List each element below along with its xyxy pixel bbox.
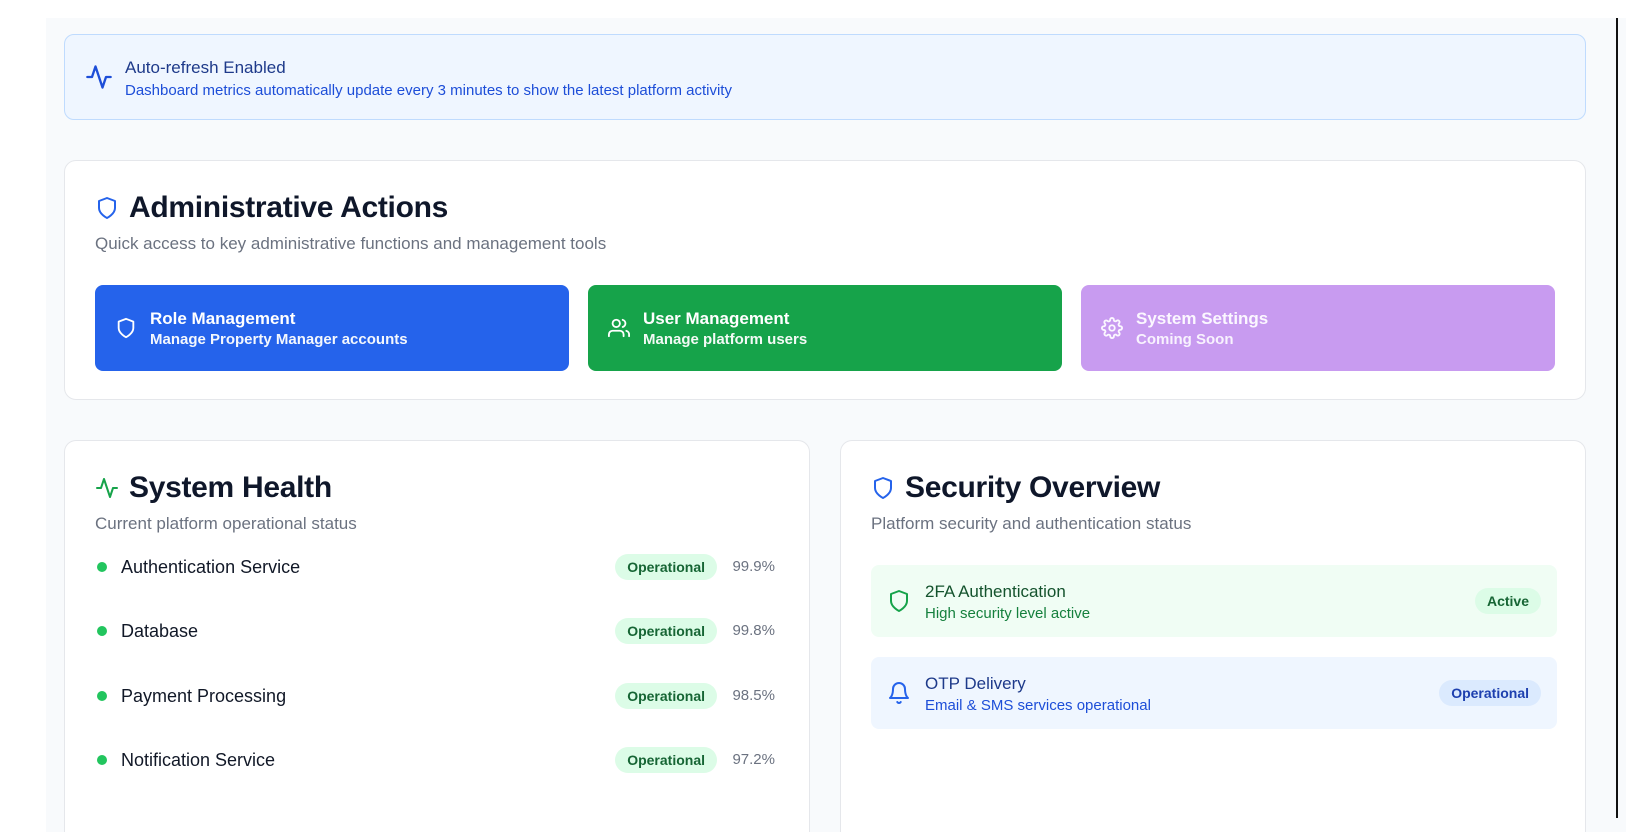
status-dot bbox=[97, 562, 107, 572]
action-description: Manage platform users bbox=[643, 331, 808, 348]
banner-description: Dashboard metrics automatically update e… bbox=[125, 82, 732, 99]
action-label: System Settings bbox=[1136, 309, 1269, 328]
activity-icon bbox=[86, 65, 112, 89]
action-description: Manage Property Manager accounts bbox=[150, 331, 408, 348]
card-subtitle: Quick access to key administrative funct… bbox=[95, 234, 607, 253]
service-name: Payment Processing bbox=[121, 686, 287, 706]
card-header: Security Overview bbox=[871, 471, 1160, 505]
card-subtitle: Current platform operational status bbox=[95, 514, 357, 533]
gear-icon bbox=[1101, 317, 1123, 339]
security-item-2fa: 2FA Authentication High security level a… bbox=[871, 565, 1557, 637]
status-badge: Active bbox=[1474, 588, 1541, 614]
security-item-description: Email & SMS services operational bbox=[925, 697, 1151, 714]
security-item-title: OTP Delivery bbox=[925, 674, 1026, 693]
shield-icon bbox=[874, 477, 892, 499]
status-badge: Operational bbox=[1439, 680, 1541, 706]
uptime-value: 99.9% bbox=[732, 558, 775, 575]
card-title: Administrative Actions bbox=[129, 191, 449, 224]
shield-icon bbox=[117, 317, 135, 339]
status-badge: Operational bbox=[615, 618, 717, 644]
status-dot bbox=[97, 691, 107, 701]
service-row: Payment Processing Operational 98.5% bbox=[95, 681, 775, 711]
status-badge: Operational bbox=[615, 554, 717, 580]
card-header: Administrative Actions bbox=[95, 191, 448, 225]
card-title: Security Overview bbox=[905, 471, 1161, 504]
uptime-value: 97.2% bbox=[732, 751, 775, 768]
status-badge: Operational bbox=[615, 747, 717, 773]
status-dot bbox=[97, 626, 107, 636]
security-item-title: 2FA Authentication bbox=[925, 582, 1066, 601]
service-row: Authentication Service Operational 99.9% bbox=[95, 552, 775, 582]
security-overview-card: Security Overview Platform security and … bbox=[840, 440, 1586, 832]
system-health-card: System Health Current platform operation… bbox=[64, 440, 810, 832]
security-item-description: High security level active bbox=[925, 605, 1091, 622]
role-management-button[interactable]: Role Management Manage Property Manager … bbox=[95, 285, 569, 371]
action-description: Coming Soon bbox=[1136, 331, 1234, 348]
activity-icon bbox=[96, 478, 118, 498]
window-edge bbox=[1616, 18, 1618, 818]
users-icon bbox=[608, 318, 630, 338]
uptime-value: 98.5% bbox=[732, 687, 775, 704]
action-label: Role Management bbox=[150, 309, 296, 328]
user-management-button[interactable]: User Management Manage platform users bbox=[588, 285, 1062, 371]
administrative-actions-card: Administrative Actions Quick access to k… bbox=[64, 160, 1586, 400]
service-row: Database Operational 99.8% bbox=[95, 616, 775, 646]
shield-icon bbox=[890, 590, 908, 612]
service-name: Database bbox=[121, 621, 199, 641]
bell-icon bbox=[889, 682, 909, 704]
banner-title: Auto-refresh Enabled bbox=[125, 58, 286, 77]
status-dot bbox=[97, 755, 107, 765]
status-badge: Operational bbox=[615, 683, 717, 709]
card-subtitle: Platform security and authentication sta… bbox=[871, 514, 1192, 533]
card-header: System Health bbox=[95, 471, 332, 505]
uptime-value: 99.8% bbox=[732, 622, 775, 639]
card-title: System Health bbox=[129, 471, 332, 504]
service-row: Notification Service Operational 97.2% bbox=[95, 745, 775, 775]
shield-icon bbox=[98, 197, 116, 219]
service-name: Authentication Service bbox=[121, 557, 301, 577]
service-name: Notification Service bbox=[121, 750, 276, 770]
system-settings-button[interactable]: System Settings Coming Soon bbox=[1081, 285, 1555, 371]
auto-refresh-banner: Auto-refresh Enabled Dashboard metrics a… bbox=[64, 34, 1586, 120]
security-item-otp: OTP Delivery Email & SMS services operat… bbox=[871, 657, 1557, 729]
action-label: User Management bbox=[643, 309, 790, 328]
